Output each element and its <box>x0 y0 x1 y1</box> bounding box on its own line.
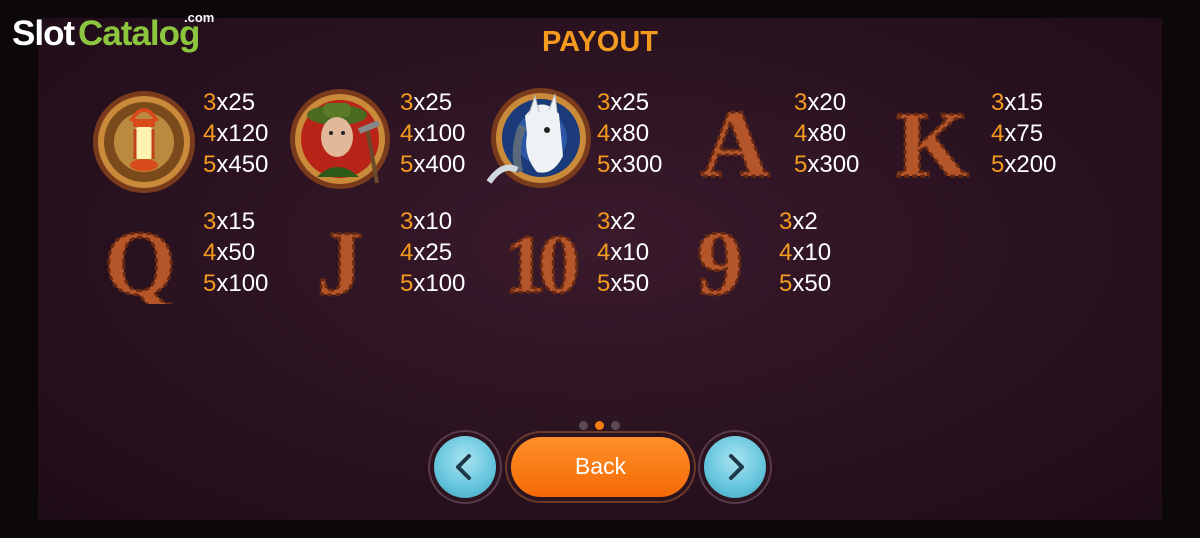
payout-line-3: 3x10 <box>400 208 453 235</box>
logo-suffix: .com <box>184 10 215 25</box>
letter-k-glyph: K <box>895 96 968 184</box>
payout-line-5: 5x50 <box>597 270 650 297</box>
payout-line-5: 5x50 <box>779 270 832 297</box>
prev-page-button[interactable] <box>434 436 496 498</box>
payout-line-4: 4x50 <box>203 239 256 266</box>
payout-line-4: 4x10 <box>597 239 650 266</box>
payout-line-5: 5x100 <box>203 270 269 297</box>
payout-line-4: 4x10 <box>779 239 832 266</box>
page-dot-2[interactable] <box>595 421 604 430</box>
back-button[interactable]: Back <box>511 437 690 497</box>
payout-line-3: 3x20 <box>794 89 847 116</box>
payout-line-4: 4x25 <box>400 239 453 266</box>
payout-line-3: 3x25 <box>597 89 650 116</box>
payout-line-5: 5x200 <box>991 151 1057 178</box>
letter-j-glyph: J <box>317 212 363 304</box>
payout-line-5: 5x400 <box>400 151 466 178</box>
payout-a: 3x20 4x80 5x300 <box>794 87 859 180</box>
letter-q-glyph: Q <box>104 212 176 304</box>
payout-prospector: 3x25 4x100 5x400 <box>400 87 465 180</box>
number-10-glyph: 10 <box>504 218 577 304</box>
number-10-symbol-icon: 10 <box>503 217 587 305</box>
payout-line-3: 3x2 <box>597 208 636 235</box>
prospector-symbol-icon <box>290 89 390 189</box>
payout-q: 3x15 4x50 5x100 <box>203 206 268 299</box>
page-dot-3[interactable] <box>611 421 620 430</box>
letter-a-symbol-icon: A <box>699 96 771 184</box>
letter-q-symbol-icon: Q <box>103 212 178 304</box>
payout-line-4: 4x100 <box>400 120 466 147</box>
page-dot-1[interactable] <box>579 421 588 430</box>
payout-10: 3x2 4x10 5x50 <box>597 206 649 299</box>
horse-symbol-icon <box>486 88 591 188</box>
payout-line-3: 3x2 <box>779 208 818 235</box>
payout-line-4: 4x120 <box>203 120 269 147</box>
next-page-button[interactable] <box>704 436 766 498</box>
payout-horse: 3x25 4x80 5x300 <box>597 87 662 180</box>
letter-j-symbol-icon: J <box>316 212 365 304</box>
payout-line-4: 4x80 <box>597 120 650 147</box>
payout-j: 3x10 4x25 5x100 <box>400 206 465 299</box>
payout-line-4: 4x75 <box>991 120 1044 147</box>
payout-9: 3x2 4x10 5x50 <box>779 206 831 299</box>
payout-line-5: 5x450 <box>203 151 269 178</box>
number-9-glyph: 9 <box>697 212 743 304</box>
letter-a-glyph: A <box>700 96 769 184</box>
payout-line-3: 3x25 <box>400 89 453 116</box>
payout-line-3: 3x25 <box>203 89 256 116</box>
payout-line-4: 4x80 <box>794 120 847 147</box>
payout-line-5: 5x300 <box>794 151 860 178</box>
payout-k: 3x15 4x75 5x200 <box>991 87 1056 180</box>
number-9-symbol-icon: 9 <box>696 212 745 304</box>
payout-lantern: 3x25 4x120 5x450 <box>203 87 268 180</box>
payout-line-5: 5x300 <box>597 151 663 178</box>
payout-line-5: 5x100 <box>400 270 466 297</box>
page-title: PAYOUT <box>541 26 659 58</box>
chevron-right-icon <box>729 454 744 480</box>
chevron-left-icon <box>456 454 471 480</box>
payout-line-3: 3x15 <box>203 208 256 235</box>
letter-k-symbol-icon: K <box>894 96 970 184</box>
payout-line-3: 3x15 <box>991 89 1044 116</box>
lantern-symbol-icon <box>93 91 195 193</box>
